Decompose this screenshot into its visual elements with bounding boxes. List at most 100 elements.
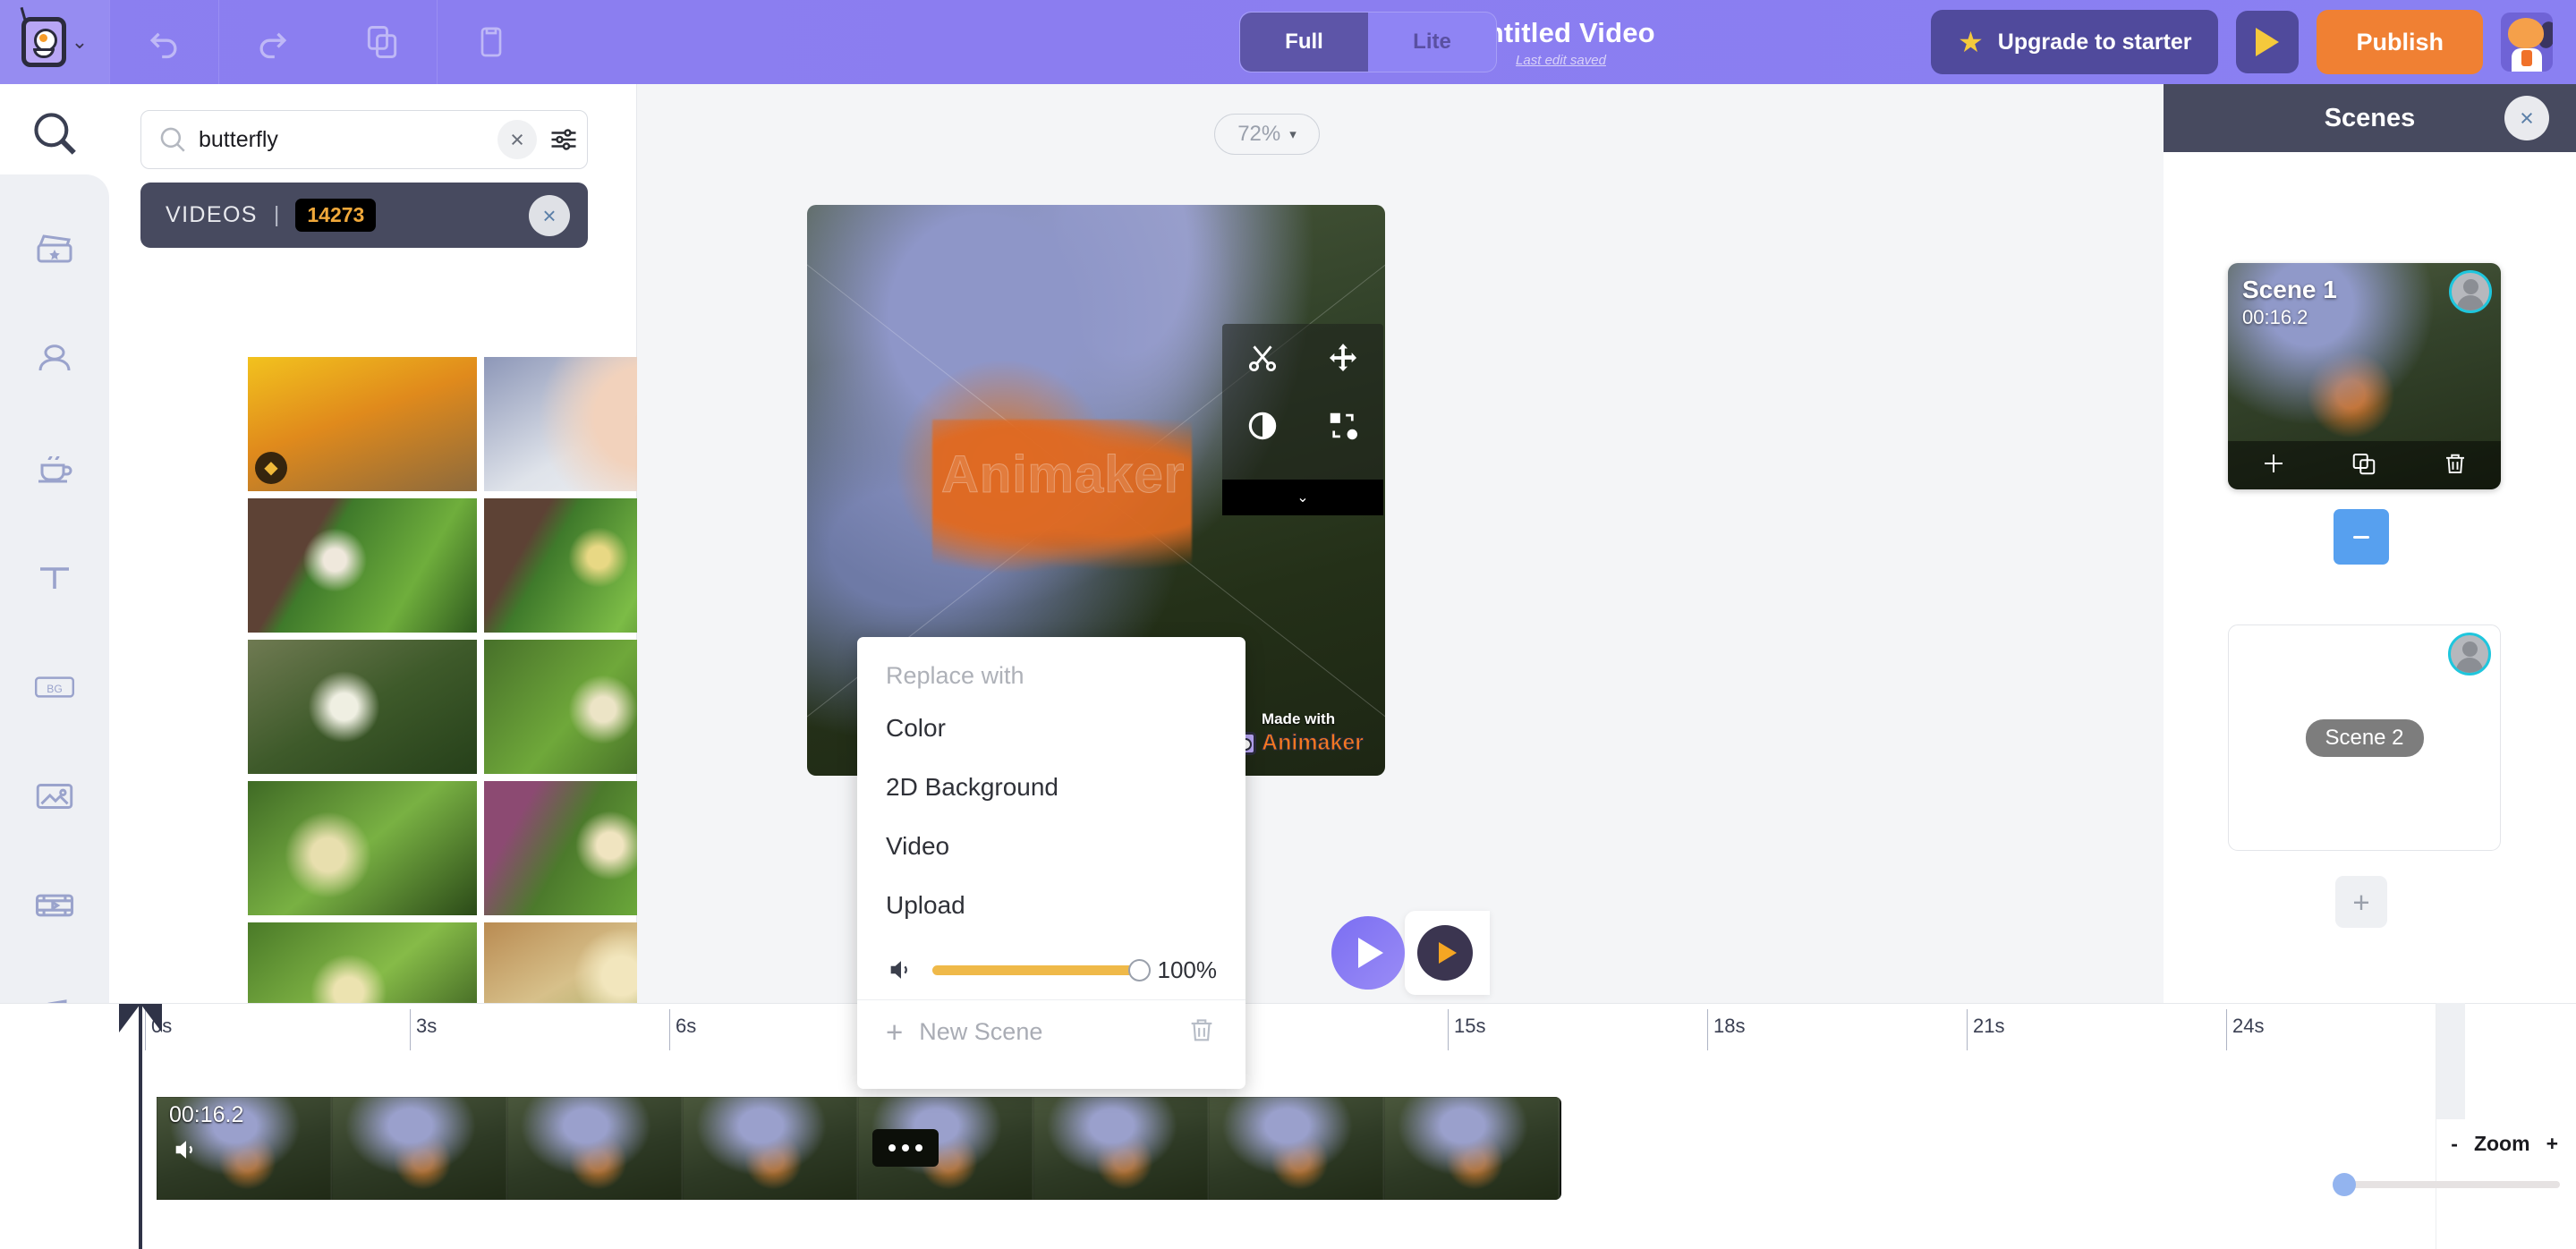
trim-button[interactable] (1222, 324, 1303, 392)
timeline-playhead[interactable] (119, 1004, 162, 1249)
search-bar[interactable]: × (140, 110, 588, 169)
butterfly-subject (932, 420, 1192, 572)
sidebar-item-props[interactable] (0, 414, 109, 523)
volume-slider-handle[interactable] (1127, 958, 1151, 981)
category-chip[interactable]: VIDEOS | 14273 × (140, 183, 588, 248)
clip-duration-label: 00:16.2 (169, 1102, 244, 1127)
menu-delete-button[interactable] (1186, 1015, 1217, 1049)
scene-transition-minus-button[interactable] (2334, 509, 2389, 565)
upgrade-button[interactable]: ★ Upgrade to starter (1931, 10, 2219, 74)
save-status[interactable]: Last edit saved (1516, 53, 1606, 68)
publish-label: Publish (2356, 28, 2444, 55)
sidebar-item-bg[interactable]: BG (0, 633, 109, 742)
sidebar-item-videos[interactable] (0, 851, 109, 960)
scissors-icon (1248, 345, 1277, 372)
trash-icon (1191, 1019, 1212, 1041)
trash-icon (2446, 454, 2465, 473)
scene-name: Scene 2 (2305, 718, 2424, 757)
undo-button[interactable] (109, 0, 218, 84)
play-scene-button[interactable] (1417, 925, 1473, 981)
tick-label: 21s (1973, 1015, 2005, 1037)
avatar[interactable] (2501, 13, 2553, 72)
video-thumbnail[interactable] (248, 640, 477, 774)
tick-label: 15s (1454, 1015, 1486, 1037)
clip-menu-button[interactable] (872, 1129, 939, 1167)
chevron-down-icon[interactable]: ⌄ (72, 32, 88, 52)
play-button[interactable] (1331, 916, 1405, 990)
menu-item-color[interactable]: Color (857, 699, 1245, 758)
video-thumbnail[interactable]: ◆ (248, 357, 477, 491)
move-icon (1329, 344, 1357, 372)
clear-search-button[interactable]: × (497, 120, 537, 159)
tab-full[interactable]: Full (1240, 13, 1368, 72)
timeline-clip[interactable]: 00:16.2 (157, 1097, 1561, 1200)
volume-slider[interactable] (932, 958, 1151, 981)
clip-mute-button[interactable] (171, 1134, 201, 1169)
zoom-in-button[interactable]: + (2546, 1132, 2558, 1156)
play-icon (2256, 28, 2280, 56)
sidebar-item-images[interactable] (0, 742, 109, 851)
search-icon (160, 127, 185, 152)
sidebar-item-templates[interactable] (0, 196, 109, 305)
menu-item-video[interactable]: Video (857, 817, 1245, 876)
tab-lite[interactable]: Lite (1368, 13, 1496, 72)
opacity-icon (1248, 412, 1277, 440)
menu-item-2d-background[interactable]: 2D Background (857, 758, 1245, 817)
sidebar-item-text[interactable] (0, 523, 109, 633)
category-close-button[interactable]: × (529, 194, 570, 236)
bg-icon: BG (34, 676, 75, 698)
timeline-zoom-slider[interactable] (2333, 1173, 2560, 1196)
play-icon (1358, 938, 1383, 968)
video-icon (35, 894, 74, 917)
menu-header: Replace with (886, 662, 1024, 689)
scene-duplicate-button[interactable] (2351, 450, 2377, 481)
opacity-button[interactable] (1222, 392, 1303, 460)
watermark-made-with-label: Made with (1261, 710, 1336, 727)
scene-card-2[interactable]: Scene 2 (2228, 624, 2501, 851)
rail-tools: BG (0, 174, 109, 1069)
new-scene-button[interactable]: New Scene (919, 1018, 1042, 1046)
timeline-ruler[interactable]: 0s 3s 6s 9s 12s 15s 18s 21s 24s (145, 1004, 2436, 1059)
category-separator: | (273, 202, 280, 227)
add-scene-button[interactable]: + (2335, 876, 2387, 928)
redo-button[interactable] (218, 0, 327, 84)
move-button[interactable] (1303, 324, 1383, 392)
animaker-logo[interactable]: ⌄ (0, 0, 109, 84)
menu-footer: + New Scene (857, 999, 1245, 1064)
result-count-badge: 14273 (295, 199, 377, 232)
zoom-out-button[interactable]: - (2451, 1132, 2458, 1156)
timeline-left-gutter (0, 1004, 145, 1249)
scene-card-1[interactable]: Scene 1 00:16.2 (2228, 263, 2501, 489)
scene-name: Scene 1 (2242, 276, 2337, 303)
scene-avatar-icon[interactable] (2448, 633, 2491, 675)
mascot-icon (20, 6, 66, 67)
scene-actions (2228, 441, 2501, 489)
scene-avatar-icon[interactable] (2449, 270, 2492, 313)
canvas-zoom-selector[interactable]: 72% ▾ (1214, 114, 1320, 155)
scene-delete-button[interactable] (2442, 450, 2469, 481)
new-scene-plus-icon[interactable]: + (886, 1017, 903, 1047)
copy-button[interactable] (327, 0, 437, 84)
animaker-editor: ⌄ Untitled Video Last edit saved Full Li… (0, 0, 2576, 1249)
preview-button[interactable] (2236, 11, 2300, 73)
paste-button[interactable] (437, 0, 546, 84)
volume-control: 100% (857, 935, 1245, 999)
toolbar-expand-button[interactable]: ⌄ (1222, 480, 1383, 515)
props-coffee-icon (38, 455, 72, 483)
video-thumbnail[interactable] (248, 498, 477, 633)
sidebar-item-search[interactable] (29, 107, 81, 164)
replace-button[interactable] (1303, 392, 1383, 460)
close-scenes-button[interactable]: × (2504, 96, 2549, 140)
sidebar-item-characters[interactable] (0, 305, 109, 414)
menu-item-upload[interactable]: Upload (857, 876, 1245, 935)
scene-add-button[interactable] (2260, 450, 2287, 481)
paste-icon (480, 27, 502, 57)
video-thumbnail[interactable] (248, 781, 477, 915)
zoom-label: Zoom (2473, 1132, 2530, 1155)
timeline-zoom-handle[interactable] (2333, 1173, 2356, 1196)
publish-button[interactable]: Publish (2317, 10, 2483, 74)
watermark-brand-label: Animaker (1262, 730, 1365, 756)
minus-icon (2353, 535, 2369, 539)
search-input[interactable] (199, 126, 487, 153)
mode-toggle[interactable]: Full Lite (1239, 12, 1497, 72)
